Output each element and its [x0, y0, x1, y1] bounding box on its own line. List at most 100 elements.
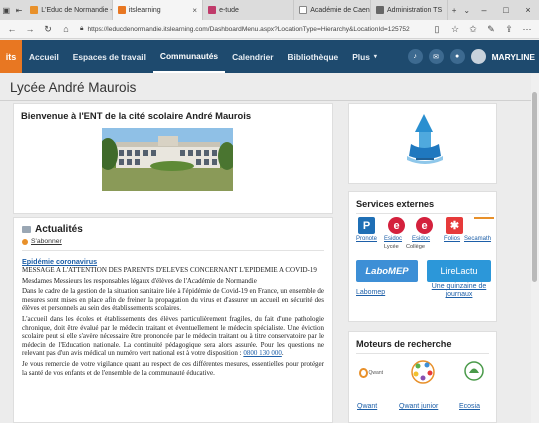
educ-favicon-icon [30, 6, 39, 14]
set-aside-tabs-icon[interactable]: ⇤ [13, 0, 26, 20]
avatar[interactable] [470, 49, 486, 64]
school-logo-panel [348, 103, 497, 184]
minimize-icon[interactable]: – [473, 0, 495, 20]
school-building-image [102, 128, 233, 191]
school-logo-icon [407, 114, 443, 164]
article-paragraph: Je vous remercie de votre vigilance quan… [22, 359, 324, 377]
subscribe-link[interactable]: S'abonner [22, 238, 332, 245]
more-icon[interactable]: ⋯ [519, 24, 535, 35]
pen-icon[interactable]: ✎ [483, 24, 499, 35]
browser-tab-itslearning[interactable]: itslearning × [112, 0, 204, 20]
close-window-icon[interactable]: × [517, 0, 539, 20]
tab-actions-icon[interactable]: ▣ [0, 0, 13, 20]
reading-view-icon[interactable]: ▯ [429, 24, 445, 35]
user-name[interactable]: MARYLINE [492, 52, 535, 62]
qwant-link[interactable]: Qwant [357, 403, 387, 411]
nav-bibliotheque[interactable]: Bibliothèque [281, 40, 346, 73]
qwant-junior-logo-icon[interactable] [408, 358, 438, 386]
nav-calendrier[interactable]: Calendrier [225, 40, 280, 73]
article-title-link[interactable]: Epidémie coronavirus [22, 257, 324, 266]
back-icon[interactable]: ← [4, 24, 20, 34]
esidoc-college-sub: Collège [406, 244, 425, 250]
divider [356, 353, 489, 354]
esidoc-lycee-link[interactable]: Esidoc [384, 236, 402, 242]
address-bar: ← → ↻ ⌂ 🔒︎ https://leducdenormandie.itsl… [0, 20, 539, 39]
browser-tab-academie[interactable]: Académie de Caen [294, 0, 372, 20]
tab-label: itslearning [128, 6, 161, 14]
folios-link[interactable]: Folios [444, 236, 460, 242]
article-paragraph: Dans le cadre de la gestion de la situat… [22, 287, 324, 313]
forward-icon[interactable]: → [22, 24, 38, 34]
divider [22, 250, 324, 251]
qwant-logo-icon[interactable]: Qwant [359, 364, 383, 382]
nav-espaces-de-travail[interactable]: Espaces de travail [66, 40, 153, 73]
folios-icon[interactable]: ✱ [446, 217, 463, 234]
home-icon[interactable]: ⌂ [58, 24, 74, 34]
ecosia-logo-icon[interactable] [461, 360, 487, 382]
secamath-icon[interactable] [474, 217, 494, 234]
newspaper-icon [22, 226, 31, 233]
tab-label: e-tude [219, 6, 239, 14]
secamath-link[interactable]: Secamath [464, 236, 491, 242]
article-paragraph: L'accueil dans les écoles et établisseme… [22, 315, 324, 358]
subscribe-label: S'abonner [31, 238, 62, 245]
phone-link[interactable]: 0800 130 000 [243, 349, 282, 357]
welcome-panel: Bienvenue à l'ENT de la cité scolaire An… [13, 103, 333, 214]
itslearning-logo[interactable]: its [0, 40, 22, 73]
favorite-star-icon[interactable]: ☆ [447, 24, 463, 35]
school-photo [102, 128, 233, 191]
rss-icon [22, 238, 28, 245]
esidoc-college-icon[interactable]: e [416, 217, 433, 234]
maximize-icon[interactable]: □ [495, 0, 517, 20]
messages-mail-icon[interactable]: ✉ [428, 49, 444, 64]
lirelactu-link[interactable]: Une quinzaine de journaux [427, 283, 491, 299]
etude-favicon-icon [208, 6, 217, 14]
qwant-junior-link[interactable]: Qwant junior [399, 403, 449, 411]
chat-bubble-icon[interactable]: ● [449, 49, 465, 64]
page-favicon-icon [299, 6, 308, 14]
pronote-icon[interactable]: P [358, 217, 375, 234]
nav-accueil[interactable]: Accueil [22, 40, 66, 73]
favorites-bar-icon[interactable]: ✩ [465, 24, 481, 35]
nav-plus-label: Plus [352, 51, 370, 62]
news-panel: Actualités S'abonner Epidémie coronaviru… [13, 217, 333, 423]
page-title: Lycée André Maurois [10, 80, 137, 95]
new-tab-icon[interactable]: + [448, 0, 461, 20]
browser-tab-administration[interactable]: Administration TS [371, 0, 448, 20]
labomep-banner[interactable]: LaboMEP [356, 260, 418, 282]
divider [356, 213, 489, 214]
article-paragraph: Mesdames Messieurs les responsables léga… [22, 276, 257, 285]
esidoc-college-link[interactable]: Esidoc [412, 236, 430, 242]
search-engines-panel: Moteurs de recherche Qwant Qwant Qwant j… [348, 331, 497, 423]
nav-plus[interactable]: Plus ▾ [345, 40, 384, 73]
browser-tab-etude[interactable]: e-tude [203, 0, 295, 20]
search-title: Moteurs de recherche [356, 339, 452, 349]
external-services-panel: Services externes P e e ✱ Pronote Esidoc… [348, 191, 497, 322]
news-article: Epidémie coronavirus MESSAGE A L'ATTENTI… [22, 257, 324, 377]
scrollbar-thumb[interactable] [532, 92, 537, 282]
nav-communautes[interactable]: Communautés [152, 40, 226, 73]
tab-label: Académie de Caen [310, 6, 370, 14]
close-tab-icon[interactable]: × [192, 6, 197, 15]
esidoc-lycee-icon[interactable]: e [388, 217, 405, 234]
share-icon[interactable]: ⇪ [501, 24, 517, 35]
tab-label: L'Educ de Normandie - [41, 6, 113, 14]
caret-down-icon: ▾ [373, 54, 377, 60]
browser-tab-strip: ▣ ⇤ L'Educ de Normandie - itslearning × … [0, 0, 539, 20]
lirelactu-banner[interactable]: LireLactu [427, 260, 491, 282]
pronote-link[interactable]: Pronote [356, 236, 377, 242]
browser-tab-educ[interactable]: L'Educ de Normandie - [25, 0, 113, 20]
refresh-icon[interactable]: ↻ [40, 24, 56, 35]
article-paragraph: MESSAGE A L'ATTENTION DES PARENTS D'ELEV… [22, 266, 317, 274]
labomep-link[interactable]: Labomep [356, 289, 396, 297]
tab-label: Administration TS [387, 6, 443, 14]
services-title: Services externes [356, 199, 435, 209]
tab-list-chevron-icon[interactable]: ⌄ [460, 0, 473, 20]
itslearning-favicon-icon [117, 6, 126, 14]
notifications-bell-icon[interactable]: ♪ [407, 49, 423, 64]
app-navbar: its Accueil Espaces de travail Communaut… [0, 40, 539, 73]
admin-favicon-icon [376, 6, 385, 14]
url-field[interactable]: 🔒︎ https://leducdenormandie.itslearning.… [76, 22, 427, 36]
esidoc-lycee-sub: Lycée [384, 244, 399, 250]
ecosia-link[interactable]: Ecosia [459, 403, 489, 411]
